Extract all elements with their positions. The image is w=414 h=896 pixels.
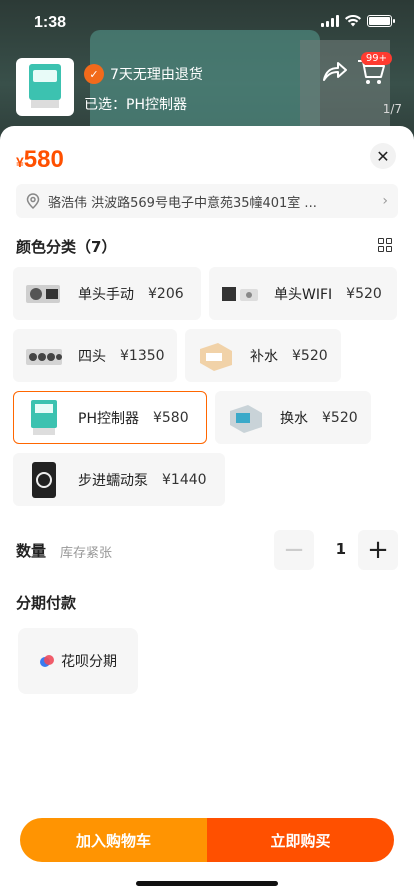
option-price: ¥1350: [120, 347, 165, 364]
location-pin-icon: [26, 193, 40, 209]
single-wifi-image: [218, 274, 262, 314]
installment-option-huabei[interactable]: 花呗分期: [18, 628, 138, 694]
option-name: 步进蠕动泵: [78, 472, 148, 489]
quantity-label: 数量: [16, 542, 47, 560]
close-button[interactable]: ✕: [370, 143, 396, 169]
close-icon: ✕: [376, 146, 390, 166]
color-section-title: 颜色分类（7）: [16, 238, 117, 256]
option-name: 换水: [280, 410, 308, 427]
option-price: ¥520: [322, 409, 358, 426]
option-name: 单头WIFI: [274, 286, 333, 303]
add-to-cart-button[interactable]: 加入购物车: [20, 818, 207, 862]
selected-variant: 已选：PH控制器: [84, 97, 187, 113]
plus-icon: +: [367, 535, 389, 565]
cart-button[interactable]: 99+: [356, 52, 392, 86]
status-icons: [321, 15, 395, 27]
wifi-icon: [345, 15, 361, 27]
ph-controller-image: [29, 64, 61, 108]
status-bar: 1:38: [0, 0, 414, 44]
installment-label: 花呗分期: [61, 654, 117, 670]
option-four-head[interactable]: 四头 ¥1350: [13, 329, 177, 382]
chevron-right-icon: ›: [382, 193, 388, 209]
huabei-icon: [40, 655, 54, 667]
single-manual-image: [22, 274, 66, 314]
option-top-off[interactable]: 补水 ¥520: [185, 329, 341, 382]
quantity-row: 数量 库存紧张 − 1 +: [16, 530, 398, 570]
stock-note: 库存紧张: [60, 546, 113, 561]
cellular-signal-icon: [321, 15, 339, 27]
stepper-pump-image: [22, 460, 66, 500]
option-price: ¥520: [292, 347, 328, 364]
price-currency: ¥: [16, 154, 24, 170]
promo-text: 7天无理由退货: [110, 67, 203, 83]
share-icon: [323, 62, 347, 81]
top-off-image: [194, 336, 238, 376]
minus-icon: −: [283, 535, 305, 565]
grid-view-icon[interactable]: [378, 238, 392, 252]
address-text: 骆浩伟 洪波路569号电子中意苑35幢401室 ...: [48, 195, 317, 211]
four-head-image: [22, 336, 66, 376]
option-price: ¥1440: [162, 471, 207, 488]
option-water-change[interactable]: 换水 ¥520: [215, 391, 371, 444]
home-indicator: [136, 881, 278, 886]
product-thumbnail[interactable]: [16, 58, 74, 116]
sku-selection-sheet: ¥580 ✕ 骆浩伟 洪波路569号电子中意苑35幢401室 ... › 颜色分…: [0, 126, 414, 896]
option-single-wifi[interactable]: 单头WIFI ¥520: [209, 267, 397, 320]
cart-count-badge: 99+: [360, 52, 392, 65]
increase-quantity-button[interactable]: +: [358, 530, 398, 570]
price: ¥580: [16, 146, 64, 174]
option-ph-controller[interactable]: PH控制器 ¥580: [13, 391, 207, 444]
option-stepper-pump[interactable]: 步进蠕动泵 ¥1440: [13, 453, 225, 506]
option-price: ¥520: [346, 285, 382, 302]
return-policy-promo: ✓ 7天无理由退货: [84, 64, 203, 84]
option-name: 四头: [78, 348, 106, 365]
option-name: 单头手动: [78, 286, 134, 303]
price-value: 580: [23, 146, 64, 173]
product-header: ✓ 7天无理由退货 已选：PH控制器 99+ 1/7: [16, 52, 406, 118]
image-pager: 1/7: [382, 102, 402, 116]
option-price: ¥206: [148, 285, 184, 302]
option-price: ¥580: [152, 409, 189, 426]
share-button[interactable]: [320, 58, 348, 86]
option-name: 补水: [250, 348, 278, 365]
quantity-value: 1: [335, 540, 346, 558]
status-time: 1:38: [34, 14, 67, 31]
option-single-manual[interactable]: 单头手动 ¥206: [13, 267, 201, 320]
shield-check-icon: ✓: [84, 64, 104, 84]
delivery-address[interactable]: 骆浩伟 洪波路569号电子中意苑35幢401室 ... ›: [16, 184, 398, 218]
decrease-quantity-button[interactable]: −: [274, 530, 314, 570]
installment-section-title: 分期付款: [16, 594, 77, 612]
battery-icon: [367, 15, 395, 27]
action-bar: 加入购物车 立即购买: [20, 818, 394, 862]
buy-now-button[interactable]: 立即购买: [207, 818, 394, 862]
water-change-image: [224, 398, 268, 438]
ph-controller-option-image: [22, 398, 66, 438]
option-name: PH控制器: [78, 410, 139, 427]
